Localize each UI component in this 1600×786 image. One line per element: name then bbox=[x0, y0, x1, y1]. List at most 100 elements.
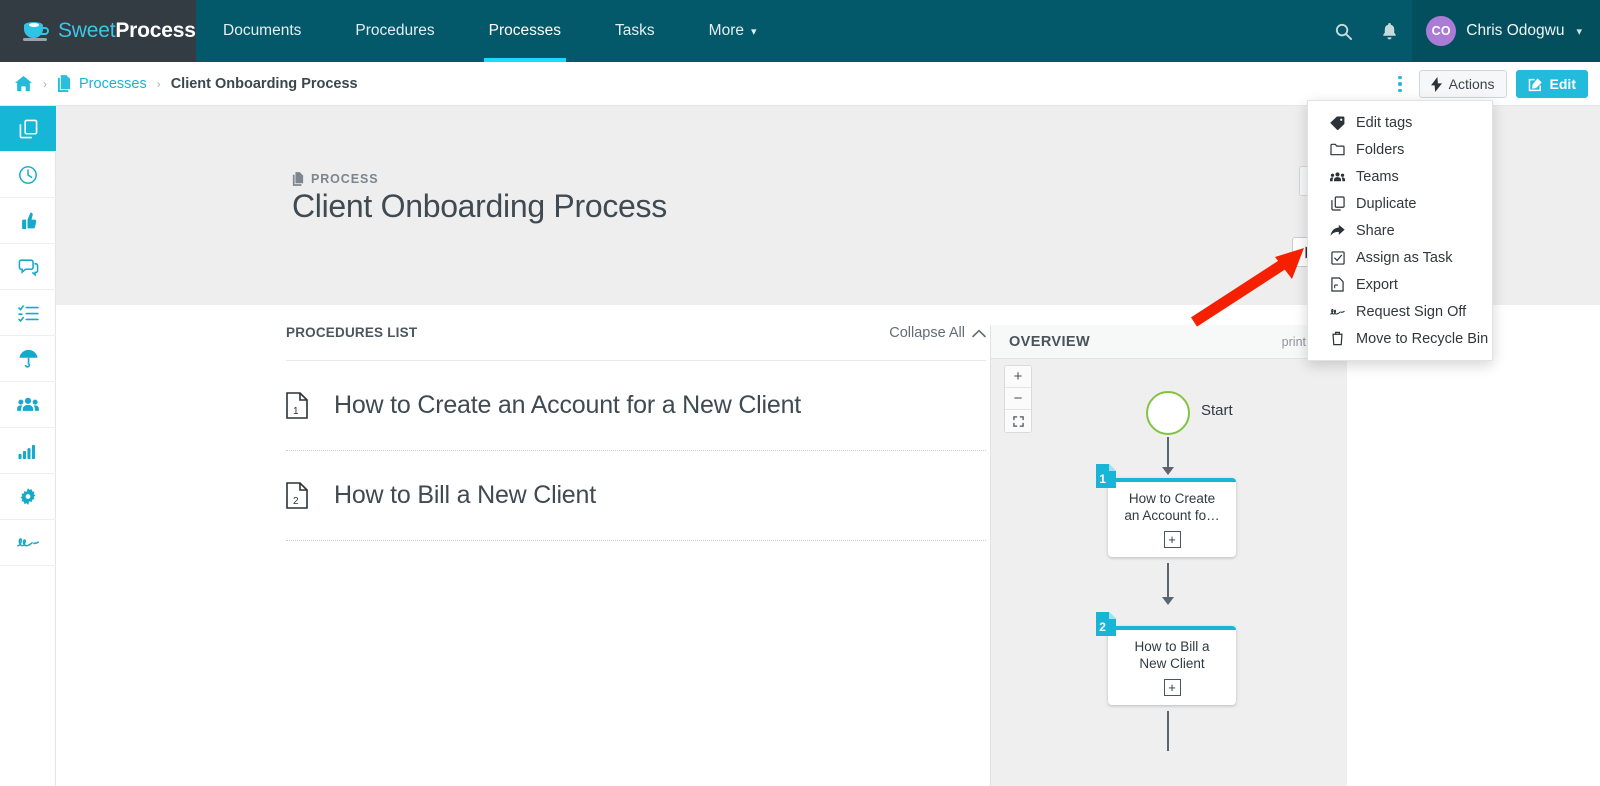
procedure-row[interactable]: 2 How to Bill a New Client bbox=[286, 451, 986, 541]
sidebar-item-approvals[interactable] bbox=[0, 198, 56, 244]
sidebar-item-history[interactable] bbox=[0, 152, 56, 198]
page-kicker-label: PROCESS bbox=[311, 172, 379, 186]
share-arrow-icon bbox=[1330, 224, 1345, 237]
procedures-header: PROCEDURES LIST Collapse All bbox=[286, 325, 986, 361]
menu-item-request-sign-off[interactable]: Request Sign Off bbox=[1308, 298, 1492, 325]
documents-icon bbox=[292, 172, 304, 186]
flow-node-line1: How to Bill a bbox=[1134, 639, 1210, 654]
flow-node-badge: 1 bbox=[1096, 464, 1116, 488]
breadcrumb-current: Client Onboarding Process bbox=[170, 75, 358, 92]
sidebar-item-comments[interactable] bbox=[0, 244, 56, 290]
copy-icon bbox=[1330, 196, 1345, 211]
actions-button[interactable]: Actions bbox=[1418, 70, 1507, 98]
nav-item-procedures[interactable]: Procedures bbox=[328, 0, 461, 62]
menu-item-assign-as-task[interactable]: Assign as Task bbox=[1308, 244, 1492, 271]
logo[interactable]: SweetProcess bbox=[0, 0, 196, 62]
flow-node-line2: New Client bbox=[1139, 656, 1205, 671]
nav-label: Procedures bbox=[355, 22, 435, 39]
menu-item-label: Folders bbox=[1356, 141, 1405, 158]
home-icon[interactable] bbox=[14, 75, 33, 92]
flow-node-badge: 2 bbox=[1096, 612, 1116, 636]
numbered-document-icon: 2 bbox=[286, 482, 308, 509]
nav-label: Documents bbox=[223, 22, 302, 39]
flow-node-card[interactable]: 1 How to Create an Account fo… + bbox=[1096, 464, 1236, 557]
nav-label: Processes bbox=[488, 22, 562, 39]
overview-header: OVERVIEW print bbox=[991, 325, 1347, 359]
sidebar-item-sign-off[interactable] bbox=[0, 520, 56, 566]
breadcrumb-processes-label: Processes bbox=[79, 75, 147, 92]
edit-label: Edit bbox=[1549, 76, 1576, 92]
bell-icon[interactable] bbox=[1366, 0, 1412, 62]
page-title: Client Onboarding Process bbox=[292, 188, 667, 224]
flow-connector bbox=[1167, 711, 1169, 751]
chevron-up-icon bbox=[972, 328, 986, 338]
checklist-icon bbox=[17, 304, 39, 322]
chevron-down-icon: ▾ bbox=[751, 25, 757, 38]
breadcrumb-separator: › bbox=[43, 76, 47, 91]
menu-item-folders[interactable]: Folders bbox=[1308, 136, 1492, 163]
sidebar-item-settings[interactable] bbox=[0, 474, 56, 520]
breadcrumb-separator: › bbox=[156, 76, 161, 91]
edit-button[interactable]: Edit bbox=[1515, 70, 1588, 98]
nav-right-cluster: CO Chris Odogwu ▾ bbox=[1320, 0, 1600, 62]
menu-item-move-to-recycle-bin[interactable]: Move to Recycle Bin bbox=[1308, 325, 1492, 352]
umbrella-icon bbox=[18, 348, 39, 369]
clock-icon bbox=[18, 165, 38, 185]
teams-icon bbox=[1330, 171, 1345, 183]
menu-item-edit-tags[interactable]: Edit tags bbox=[1308, 109, 1492, 136]
breadcrumb-processes[interactable]: Processes bbox=[57, 75, 147, 92]
menu-item-label: Assign as Task bbox=[1356, 249, 1453, 266]
flow-node-card[interactable]: 2 How to Bill a New Client + bbox=[1096, 612, 1236, 705]
nav-label: More bbox=[708, 22, 744, 39]
app-root: SweetProcess Documents Procedures Proces… bbox=[0, 0, 1600, 786]
process-flow-diagram: Start 1 How to Create an Account fo… + 2… bbox=[991, 359, 1348, 786]
collapse-all-button[interactable]: Collapse All bbox=[889, 325, 986, 341]
actions-label: Actions bbox=[1448, 76, 1495, 92]
svg-text:2: 2 bbox=[293, 496, 299, 507]
teams-icon bbox=[17, 396, 39, 413]
menu-item-label: Edit tags bbox=[1356, 114, 1413, 131]
flow-connector bbox=[1167, 437, 1169, 469]
kebab-menu-icon[interactable] bbox=[1390, 70, 1410, 99]
chevron-down-icon: ▾ bbox=[1576, 25, 1582, 38]
page-kicker: PROCESS bbox=[292, 172, 378, 186]
sidebar-item-policies[interactable] bbox=[0, 336, 56, 382]
user-menu[interactable]: CO Chris Odogwu ▾ bbox=[1412, 0, 1600, 62]
menu-item-label: Duplicate bbox=[1356, 195, 1417, 212]
menu-item-share[interactable]: Share bbox=[1308, 217, 1492, 244]
actions-dropdown-menu: Edit tags Folders Teams Duplicate Share … bbox=[1307, 100, 1493, 361]
pencil-square-icon bbox=[1528, 77, 1543, 92]
user-name-label: Chris Odogwu bbox=[1466, 22, 1565, 39]
flow-start-node[interactable] bbox=[1146, 391, 1190, 435]
flow-connector bbox=[1167, 563, 1169, 599]
nav-item-processes[interactable]: Processes bbox=[462, 0, 588, 62]
tag-icon bbox=[1330, 116, 1345, 130]
flow-node-expand-button[interactable]: + bbox=[1163, 679, 1181, 696]
menu-item-teams[interactable]: Teams bbox=[1308, 163, 1492, 190]
svg-text:1: 1 bbox=[293, 406, 299, 417]
menu-item-export[interactable]: Export bbox=[1308, 271, 1492, 298]
print-link[interactable]: print bbox=[1282, 335, 1306, 349]
procedures-list-title: PROCEDURES LIST bbox=[286, 325, 418, 340]
nav-item-more[interactable]: More ▾ bbox=[682, 0, 784, 62]
checkbox-icon bbox=[1330, 250, 1345, 265]
left-sidebar bbox=[0, 106, 56, 786]
sidebar-item-documents[interactable] bbox=[0, 106, 56, 152]
procedures-panel: PROCEDURES LIST Collapse All 1 How to Cr… bbox=[286, 325, 986, 786]
trash-icon bbox=[1330, 331, 1345, 346]
procedure-row[interactable]: 1 How to Create an Account for a New Cli… bbox=[286, 361, 986, 451]
comments-icon bbox=[18, 257, 39, 277]
avatar: CO bbox=[1426, 16, 1457, 46]
procedure-title: How to Bill a New Client bbox=[334, 481, 596, 509]
menu-item-duplicate[interactable]: Duplicate bbox=[1308, 190, 1492, 217]
sidebar-item-reports[interactable] bbox=[0, 428, 56, 474]
nav-item-tasks[interactable]: Tasks bbox=[588, 0, 682, 62]
sidebar-item-tasks[interactable] bbox=[0, 290, 56, 336]
flow-node-expand-button[interactable]: + bbox=[1163, 531, 1181, 548]
documents-icon bbox=[19, 119, 38, 139]
search-icon[interactable] bbox=[1320, 0, 1366, 62]
logo-wordmark: SweetProcess bbox=[58, 19, 196, 43]
sidebar-item-teams[interactable] bbox=[0, 382, 56, 428]
nav-item-documents[interactable]: Documents bbox=[196, 0, 328, 62]
flow-arrowhead bbox=[1162, 467, 1174, 475]
